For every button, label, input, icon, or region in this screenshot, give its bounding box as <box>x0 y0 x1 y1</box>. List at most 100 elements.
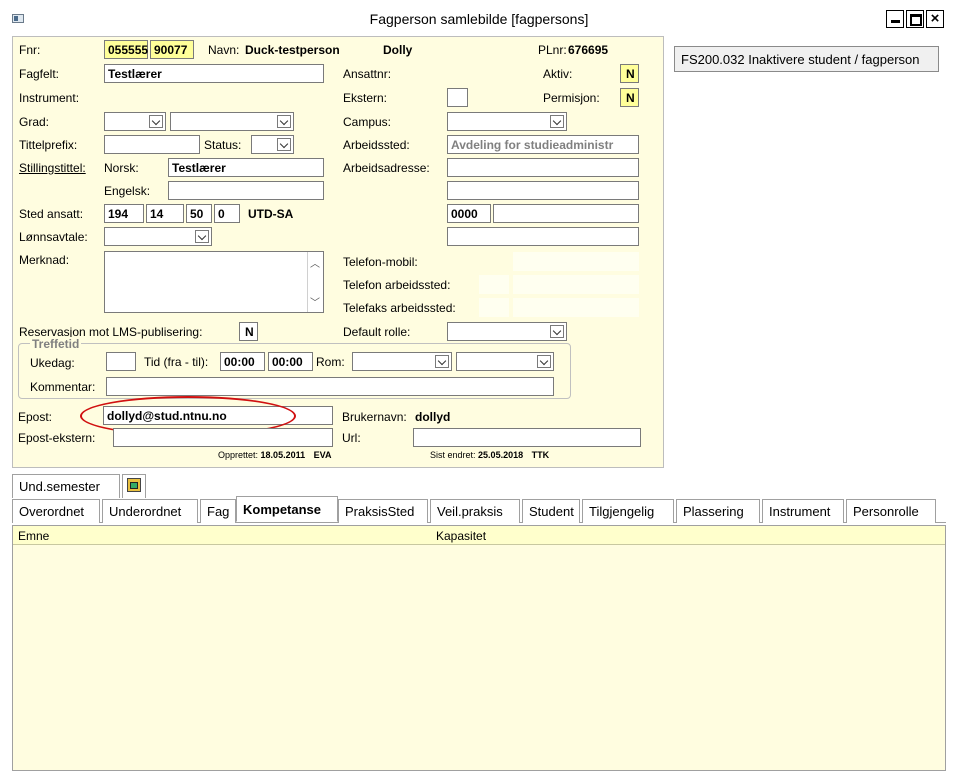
kommentar-field[interactable] <box>106 377 554 396</box>
sted-institutt-field[interactable]: 50 <box>186 204 212 223</box>
minimize-button[interactable] <box>886 10 904 28</box>
epost-ekstern-field[interactable] <box>113 428 333 447</box>
telefaks-arbeidssted-field[interactable] <box>513 298 639 317</box>
norsk-tittel-field[interactable]: Testlærer <box>168 158 324 177</box>
ukedag-field[interactable] <box>106 352 136 371</box>
sted-institusjon-field[interactable]: 194 <box>104 204 144 223</box>
fnr-label: Fnr: <box>19 43 41 57</box>
lonnsavtale-select[interactable] <box>104 227 212 246</box>
telefon-mobil-label: Telefon-mobil: <box>343 255 418 269</box>
chevron-down-icon[interactable] <box>435 355 449 368</box>
ekstern-field[interactable] <box>447 88 468 107</box>
tab-overordnet[interactable]: Overordnet <box>12 499 100 523</box>
fagfelt-field[interactable]: Testlærer <box>104 64 324 83</box>
opprettet-label: Opprettet: <box>218 450 259 460</box>
treffetid-group-label: Treffetid <box>30 337 82 351</box>
poststed-field[interactable] <box>493 204 639 223</box>
instrument-label: Instrument: <box>19 91 80 105</box>
column-header-kapasitet[interactable]: Kapasitet <box>436 529 486 543</box>
tid-fra-field[interactable]: 00:00 <box>220 352 265 371</box>
ekstern-label: Ekstern: <box>343 91 388 105</box>
rom-bygning-select[interactable] <box>352 352 452 371</box>
tab-calendar-icon-button[interactable] <box>122 474 146 498</box>
telefon-arbeidssted-landkode[interactable] <box>479 275 509 294</box>
merknad-label: Merknad: <box>19 253 70 267</box>
telefaks-arbeidssted-landkode[interactable] <box>479 298 509 317</box>
tab-veil-praksis[interactable]: Veil.praksis <box>430 499 520 523</box>
fnr-birthdate-field[interactable]: 055555 <box>104 40 148 59</box>
merknad-textarea[interactable]: ︿ ﹀ <box>104 251 324 313</box>
sted-fakultet-field[interactable]: 14 <box>146 204 184 223</box>
sted-kode-value: UTD-SA <box>248 207 294 221</box>
arbeidsadresse-line-2[interactable] <box>447 181 639 200</box>
scroll-up-icon[interactable]: ︿ <box>310 255 320 270</box>
chevron-down-icon[interactable] <box>277 115 291 128</box>
kompetanse-grid: Emne Kapasitet <box>12 525 946 771</box>
tab-instrument[interactable]: Instrument <box>762 499 844 523</box>
opprettet-info: Opprettet: 18.05.2011 EVA <box>218 450 331 460</box>
tab-fag[interactable]: Fag <box>200 499 236 523</box>
plnr-label: PLnr: <box>538 43 567 57</box>
arbeidsadresse-line-4[interactable] <box>447 227 639 246</box>
sted-gruppe-field[interactable]: 0 <box>214 204 240 223</box>
arbeidssted-field[interactable]: Avdeling for studieadministr <box>447 135 639 154</box>
brukernavn-label: Brukernavn: <box>342 410 407 424</box>
chevron-down-icon[interactable] <box>550 115 564 128</box>
arbeidssted-label: Arbeidssted: <box>343 138 410 152</box>
status-select[interactable] <box>251 135 294 154</box>
chevron-down-icon[interactable] <box>550 325 564 338</box>
fnr-personnr-field[interactable]: 90077 <box>150 40 194 59</box>
scroll-down-icon[interactable]: ﹀ <box>310 294 320 309</box>
opprettet-by: EVA <box>313 450 332 460</box>
status-label: Status: <box>204 138 242 152</box>
chevron-down-icon[interactable] <box>149 115 163 128</box>
merknad-scrollbar[interactable]: ︿ ﹀ <box>307 252 323 312</box>
close-button[interactable]: × <box>926 10 944 28</box>
rom-select[interactable] <box>456 352 554 371</box>
default-rolle-select[interactable] <box>447 322 567 341</box>
main-tab-row: Overordnet Underordnet Fag Kompetanse Pr… <box>12 496 946 523</box>
stillingstittel-link[interactable]: Stillingstittel: <box>19 161 86 175</box>
maximize-button[interactable] <box>906 10 924 28</box>
inaktivere-button[interactable]: FS200.032 Inaktivere student / fagperson <box>674 46 939 72</box>
aktiv-field[interactable]: N <box>620 64 639 83</box>
telefon-mobil-field[interactable] <box>513 252 639 271</box>
engelsk-tittel-field[interactable] <box>168 181 324 200</box>
grad-select-2[interactable] <box>170 112 294 131</box>
tab-und-semester[interactable]: Und.semester <box>12 474 120 498</box>
tab-personrolle[interactable]: Personrolle <box>846 499 936 523</box>
postnr-field[interactable]: 0000 <box>447 204 491 223</box>
url-field[interactable] <box>413 428 641 447</box>
upper-tab-row: Und.semester <box>12 474 946 498</box>
permisjon-field[interactable]: N <box>620 88 639 107</box>
tid-label: Tid (fra - til): <box>144 355 209 369</box>
sist-endret-by: TTK <box>531 450 550 460</box>
sist-endret-label: Sist endret: <box>430 450 476 460</box>
sted-ansatt-label: Sted ansatt: <box>19 207 84 221</box>
default-rolle-label: Default rolle: <box>343 325 411 339</box>
tab-kompetanse[interactable]: Kompetanse <box>236 496 338 522</box>
sist-endret-info: Sist endret: 25.05.2018 TTK <box>430 450 549 460</box>
tab-underordnet[interactable]: Underordnet <box>102 499 198 523</box>
column-header-emne[interactable]: Emne <box>18 529 49 543</box>
telefon-arbeidssted-field[interactable] <box>513 275 639 294</box>
tid-til-field[interactable]: 00:00 <box>268 352 313 371</box>
chevron-down-icon[interactable] <box>277 138 291 151</box>
tab-plassering[interactable]: Plassering <box>676 499 760 523</box>
tab-praksissted[interactable]: PraksisSted <box>338 499 428 523</box>
navn-last-value: Duck-testperson <box>245 43 340 57</box>
chevron-down-icon[interactable] <box>537 355 551 368</box>
fagfelt-label: Fagfelt: <box>19 67 60 81</box>
tab-tilgjengelig[interactable]: Tilgjengelig <box>582 499 674 523</box>
lonnsavtale-label: Lønnsavtale: <box>19 230 88 244</box>
plnr-value: 676695 <box>568 43 609 57</box>
chevron-down-icon[interactable] <box>195 230 209 243</box>
tab-student[interactable]: Student <box>522 499 580 523</box>
reservasjon-field[interactable]: N <box>239 322 258 341</box>
arbeidsadresse-line-1[interactable] <box>447 158 639 177</box>
campus-select[interactable] <box>447 112 567 131</box>
telefon-arbeidssted-label: Telefon arbeidssted: <box>343 278 451 292</box>
tittelprefix-label: Tittelprefix: <box>19 138 78 152</box>
grad-select-1[interactable] <box>104 112 166 131</box>
tittelprefix-field[interactable] <box>104 135 200 154</box>
